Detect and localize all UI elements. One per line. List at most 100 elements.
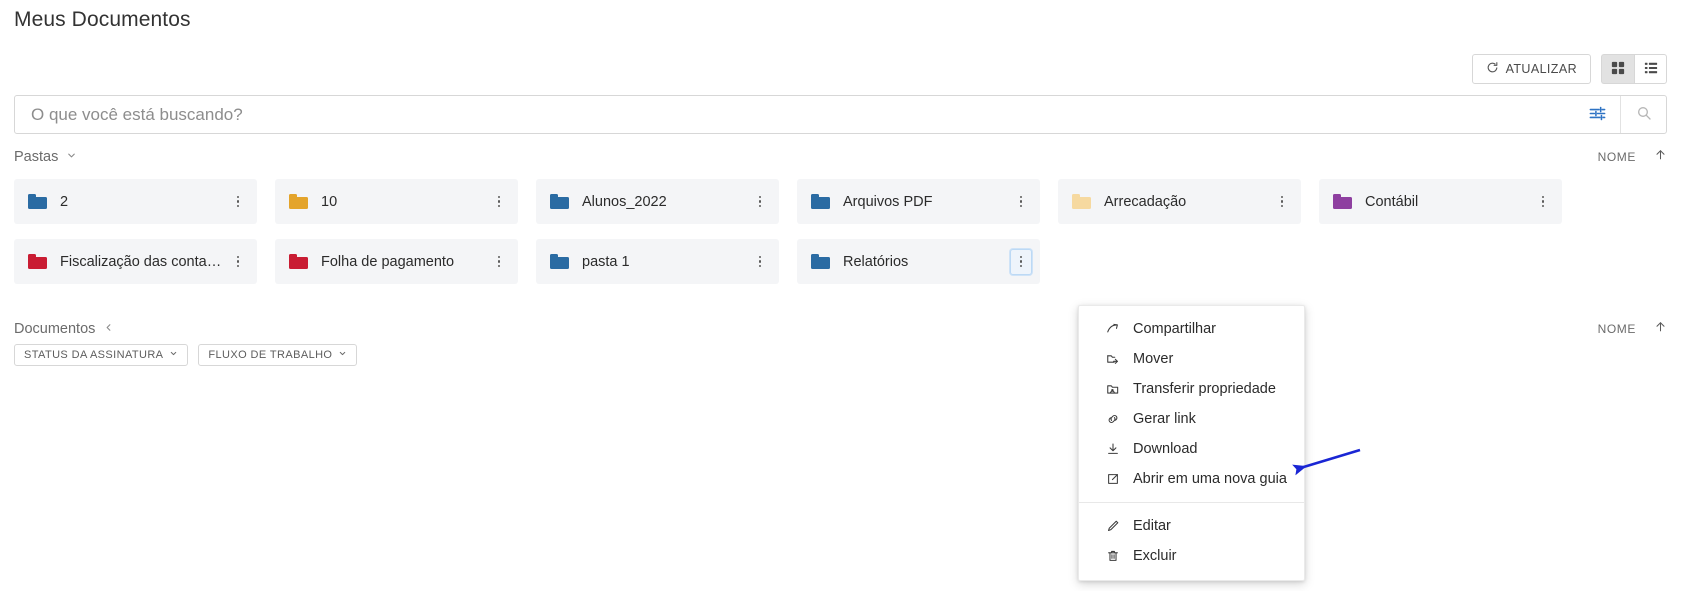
transfer-ownership-icon [1105, 382, 1120, 397]
search-filters-button[interactable] [1574, 96, 1620, 133]
view-toggle-group [1601, 54, 1667, 84]
pencil-icon [1105, 519, 1120, 534]
folder-grid: 2 10 Alunos_2022 Arquivos PDF Arrecadação Con… [14, 179, 1667, 284]
chevron-down-icon [338, 349, 347, 361]
refresh-button-label: ATUALIZAR [1506, 62, 1577, 76]
folder-menu-button[interactable] [749, 189, 771, 215]
context-menu-separator [1079, 502, 1304, 503]
folder-menu-button[interactable] [1271, 189, 1293, 215]
magnifier-icon [1636, 105, 1652, 124]
folder-icon [1072, 194, 1091, 209]
context-menu-item-label: Excluir [1133, 548, 1177, 564]
folder-card[interactable]: 10 [275, 179, 518, 224]
context-menu-item[interactable]: Excluir [1079, 541, 1304, 571]
folder-name: Folha de pagamento [321, 254, 488, 270]
link-icon [1105, 412, 1120, 427]
folder-card[interactable]: Arquivos PDF [797, 179, 1040, 224]
folder-card[interactable]: Contábil [1319, 179, 1562, 224]
folder-icon [28, 254, 47, 269]
folder-icon [289, 194, 308, 209]
top-toolbar: ATUALIZAR [1472, 54, 1667, 84]
list-view-icon [1644, 61, 1658, 78]
folder-menu-button[interactable] [1010, 189, 1032, 215]
document-filter-label: FLUXO DE TRABALHO [208, 349, 332, 361]
folder-context-menu: CompartilharMoverTransferir propriedade G… [1078, 305, 1305, 581]
share-icon [1105, 322, 1120, 337]
folder-icon [811, 194, 830, 209]
folder-menu-button[interactable] [227, 189, 249, 215]
folder-menu-button[interactable] [227, 249, 249, 275]
folder-menu-button[interactable] [488, 189, 510, 215]
folder-name: 10 [321, 194, 488, 210]
folder-name: Contábil [1365, 194, 1532, 210]
folder-card[interactable]: Alunos_2022 [536, 179, 779, 224]
context-menu-item[interactable]: Abrir em uma nova guia [1079, 464, 1304, 494]
documents-collapse-toggle[interactable]: Documentos [14, 320, 114, 338]
document-filter-label: STATUS DA ASSINATURA [24, 349, 163, 361]
folder-card[interactable]: Relatórios [797, 239, 1040, 284]
folder-name: 2 [60, 194, 227, 210]
folder-name: Arrecadação [1104, 194, 1271, 210]
folder-name: pasta 1 [582, 254, 749, 270]
folder-card[interactable]: Folha de pagamento [275, 239, 518, 284]
context-menu-item[interactable]: Gerar link [1079, 404, 1304, 434]
folders-section-header: Pastas NOME [14, 148, 1667, 166]
context-menu-item-label: Gerar link [1133, 411, 1196, 427]
folder-icon [550, 254, 569, 269]
documents-section-label: Documentos [14, 321, 95, 337]
folders-sort-control[interactable]: NOME [1598, 148, 1667, 166]
folder-card[interactable]: pasta 1 [536, 239, 779, 284]
folder-card[interactable]: 2 [14, 179, 257, 224]
folders-section-label: Pastas [14, 149, 58, 165]
folder-card[interactable]: Arrecadação [1058, 179, 1301, 224]
context-menu-item[interactable]: Compartilhar [1079, 314, 1304, 344]
context-menu-item-label: Editar [1133, 518, 1171, 534]
arrow-up-icon[interactable] [1654, 320, 1667, 338]
download-icon [1105, 442, 1120, 457]
folder-menu-button[interactable] [488, 249, 510, 275]
context-menu-item-label: Abrir em uma nova guia [1133, 471, 1287, 487]
sliders-icon [1588, 104, 1607, 126]
context-menu-item[interactable]: Editar [1079, 511, 1304, 541]
documents-section-header: Documentos NOME [14, 320, 1667, 338]
document-filters: STATUS DA ASSINATURA FLUXO DE TRABALHO [14, 344, 357, 366]
folder-icon [550, 194, 569, 209]
grid-view-icon [1611, 61, 1625, 78]
chevron-down-icon [66, 148, 77, 166]
folders-sort-label: NOME [1598, 150, 1636, 164]
documents-page: Meus Documentos ATUALIZAR [0, 0, 1681, 591]
folder-icon [289, 254, 308, 269]
external-link-icon [1105, 472, 1120, 487]
folder-name: Relatórios [843, 254, 1010, 270]
documents-sort-control[interactable]: NOME [1598, 320, 1667, 338]
grid-view-button[interactable] [1601, 54, 1634, 84]
annotation-arrow [0, 0, 1681, 591]
folder-menu-button[interactable] [749, 249, 771, 275]
folder-menu-button[interactable] [1010, 249, 1032, 275]
search-input[interactable] [15, 96, 1574, 133]
search-submit-button[interactable] [1620, 96, 1666, 133]
folder-icon [28, 194, 47, 209]
folder-card[interactable]: Fiscalização das contas pú... [14, 239, 257, 284]
document-filter-chip[interactable]: FLUXO DE TRABALHO [198, 344, 357, 366]
chevron-left-icon [103, 320, 114, 338]
page-title: Meus Documentos [14, 8, 191, 32]
arrow-up-icon[interactable] [1654, 148, 1667, 166]
document-filter-chip[interactable]: STATUS DA ASSINATURA [14, 344, 188, 366]
context-menu-item[interactable]: Mover [1079, 344, 1304, 374]
trash-icon [1105, 549, 1120, 564]
folder-icon [1333, 194, 1352, 209]
chevron-down-icon [169, 349, 178, 361]
list-view-button[interactable] [1634, 54, 1667, 84]
folder-icon [811, 254, 830, 269]
folder-name: Arquivos PDF [843, 194, 1010, 210]
folders-collapse-toggle[interactable]: Pastas [14, 148, 77, 166]
documents-sort-label: NOME [1598, 322, 1636, 336]
move-folder-icon [1105, 352, 1120, 367]
context-menu-item[interactable]: Download [1079, 434, 1304, 464]
context-menu-item-label: Download [1133, 441, 1198, 457]
folder-menu-button[interactable] [1532, 189, 1554, 215]
refresh-button[interactable]: ATUALIZAR [1472, 54, 1591, 84]
context-menu-item[interactable]: Transferir propriedade [1079, 374, 1304, 404]
folder-name: Alunos_2022 [582, 194, 749, 210]
